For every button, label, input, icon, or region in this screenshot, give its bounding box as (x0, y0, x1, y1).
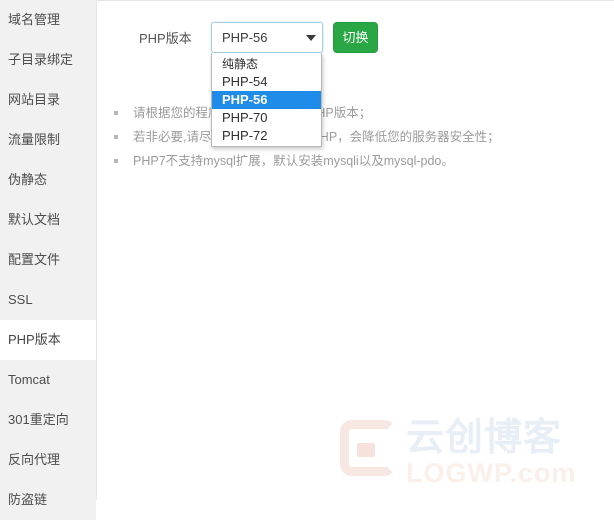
sidebar-item-label: 网站目录 (8, 92, 61, 107)
dropdown-option-static[interactable]: 纯静态 (212, 55, 321, 73)
sidebar-item-traffic-limit[interactable]: 流量限制 (0, 120, 96, 160)
bullet-icon (114, 159, 118, 163)
logwp-logo-icon (340, 420, 396, 476)
sidebar-item-default-doc[interactable]: 默认文档 (0, 200, 96, 240)
sidebar-item-label: 默认文档 (8, 212, 61, 227)
sidebar-item-label: 反向代理 (8, 452, 61, 467)
chevron-down-icon (306, 34, 316, 41)
sidebar-item-config-file[interactable]: 配置文件 (0, 240, 96, 280)
sidebar-item-rewrite[interactable]: 伪静态 (0, 160, 96, 200)
sidebar-item-label: 流量限制 (8, 132, 61, 147)
note-item: 请根据您的程序需求选择合适的PHP版本； (113, 101, 613, 125)
dropdown-option-php-56[interactable]: PHP-56 (212, 91, 321, 109)
watermark-en-text: LOGWP.com (406, 458, 577, 488)
switch-button[interactable]: 切换 (333, 22, 378, 53)
sidebar-item-label: 子目录绑定 (8, 52, 74, 67)
php-version-dropdown-list[interactable]: 纯静态 PHP-54 PHP-56 PHP-70 PHP-72 (211, 53, 322, 147)
notes-list: 请根据您的程序需求选择合适的PHP版本； 若非必要,请尽量不要使用低版本PHP，… (113, 101, 613, 173)
sidebar-item-ssl[interactable]: SSL (0, 280, 96, 320)
sidebar-item-label: 301重定向 (8, 412, 69, 427)
sidebar-item-tomcat[interactable]: Tomcat (0, 360, 96, 400)
page-root: 域名管理 子目录绑定 网站目录 流量限制 伪静态 默认文档 配置文件 SSL P… (0, 0, 614, 520)
php-version-select-wrapper: PHP-56 纯静态 PHP-54 PHP-56 PHP-70 PHP-72 (211, 22, 323, 147)
note-text: PHP7不支持mysql扩展，默认安装mysqli以及mysql-pdo。 (133, 154, 454, 168)
watermark: 云创博客 LOGWP.com (340, 414, 608, 490)
note-item: 若非必要,请尽量不要使用低版本PHP，会降低您的服务器安全性； (113, 125, 613, 149)
note-item: PHP7不支持mysql扩展，默认安装mysqli以及mysql-pdo。 (113, 149, 613, 173)
sidebar-item-label: SSL (8, 292, 33, 307)
main-panel: PHP版本 PHP-56 纯静态 PHP-54 PHP-56 PHP-70 PH… (97, 0, 614, 500)
php-version-label: PHP版本 (139, 31, 192, 46)
sidebar-item-label: 配置文件 (8, 252, 61, 267)
bullet-icon (114, 135, 118, 139)
bullet-icon (114, 111, 118, 115)
php-version-select[interactable]: PHP-56 (211, 22, 323, 53)
sidebar-item-label: 伪静态 (8, 172, 48, 187)
sidebar-item-domain[interactable]: 域名管理 (0, 0, 96, 40)
sidebar-item-php-version[interactable]: PHP版本 (0, 320, 96, 360)
sidebar-item-subdir-bind[interactable]: 子目录绑定 (0, 40, 96, 80)
sidebar-nav: 域名管理 子目录绑定 网站目录 流量限制 伪静态 默认文档 配置文件 SSL P… (0, 0, 97, 520)
sidebar-item-301-redirect[interactable]: 301重定向 (0, 400, 96, 440)
sidebar-item-hotlink-protection[interactable]: 防盗链 (0, 480, 96, 520)
sidebar-item-label: Tomcat (8, 372, 50, 387)
php-version-select-value: PHP-56 (222, 30, 268, 45)
sidebar-item-label: PHP版本 (8, 332, 61, 347)
sidebar-item-label: 域名管理 (8, 12, 61, 27)
dropdown-option-php-72[interactable]: PHP-72 (212, 127, 321, 145)
dropdown-option-php-70[interactable]: PHP-70 (212, 109, 321, 127)
dropdown-option-php-54[interactable]: PHP-54 (212, 73, 321, 91)
sidebar-item-site-dir[interactable]: 网站目录 (0, 80, 96, 120)
sidebar-item-reverse-proxy[interactable]: 反向代理 (0, 440, 96, 480)
watermark-cn-text: 云创博客 (406, 417, 563, 459)
